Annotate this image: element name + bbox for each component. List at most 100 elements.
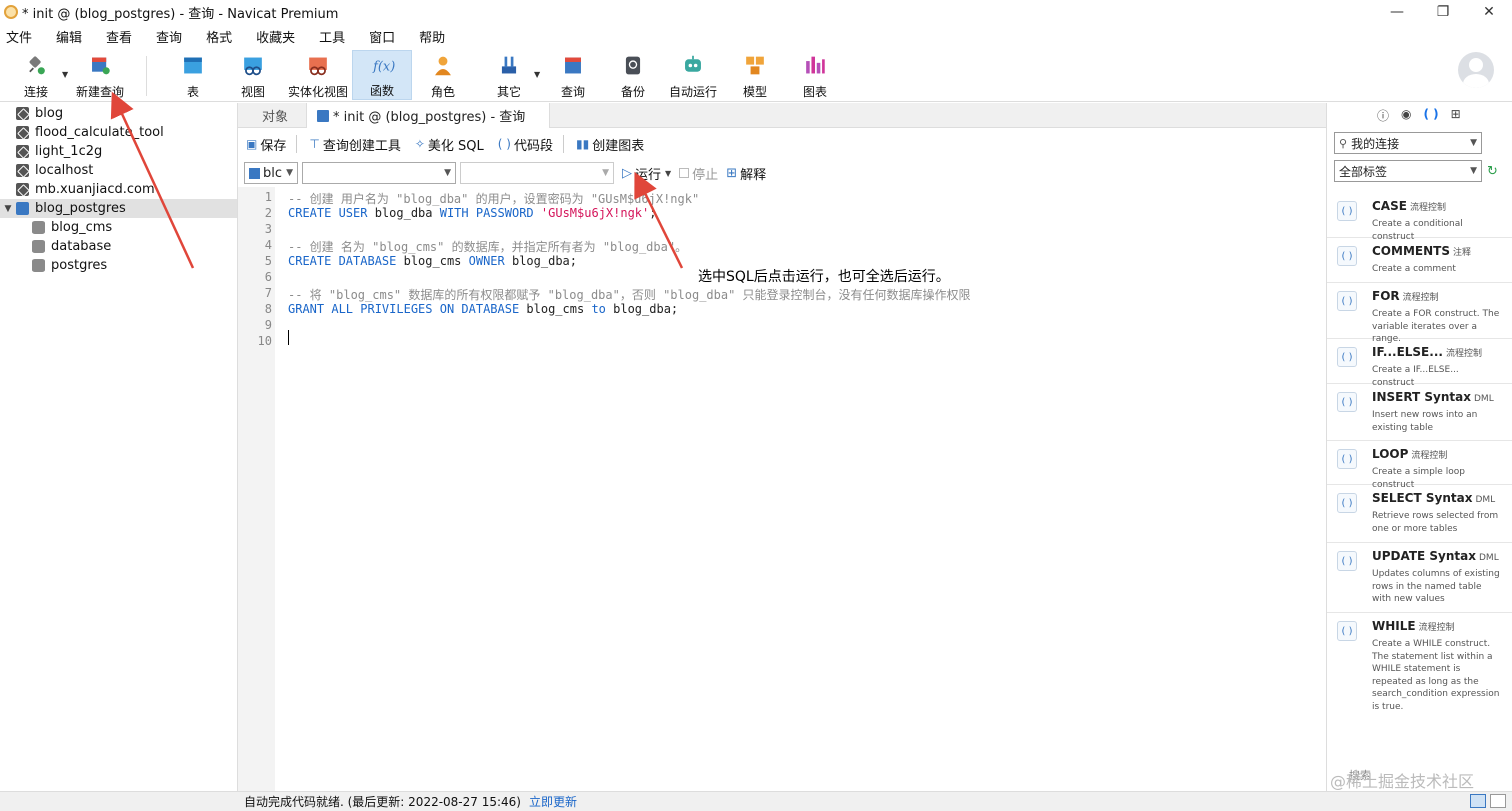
query-button[interactable]: 查询	[554, 50, 592, 100]
menu-window[interactable]: 窗口	[363, 27, 401, 46]
others-button[interactable]: 其它	[490, 50, 528, 100]
snippet-item[interactable]: ( ) SELECT Syntax DML Retrieve rows selec…	[1327, 485, 1512, 543]
tree-item-blog-postgres[interactable]: ▼ blog_postgres	[0, 199, 237, 218]
code-line: -- 创建 用户名为 "blog_dba" 的用户，设置密码为 "GUsM$u6…	[288, 190, 699, 207]
query-icon	[317, 109, 329, 122]
builder-icon: ⊤	[309, 137, 320, 151]
tree-item-connection[interactable]: localhost	[0, 161, 237, 180]
snippet-connection-select[interactable]: ⚲ 我的连接 ▼	[1334, 132, 1482, 154]
menu-format[interactable]: 格式	[200, 27, 238, 46]
database-select[interactable]: ▼	[302, 162, 456, 184]
minimize-icon[interactable]: —	[1374, 0, 1420, 24]
eye-icon[interactable]: ◉	[1401, 107, 1411, 124]
snippet-item[interactable]: ( ) COMMENTS 注释 Create a comment	[1327, 238, 1512, 283]
table-button[interactable]: 表	[174, 50, 212, 100]
sql-editor[interactable]: 1 2 3 4 5 6 7 8 9 10 -- 创建 用户名为 "blog_db…	[238, 187, 1326, 791]
postgresql-icon	[249, 167, 260, 179]
materialized-view-button[interactable]: 实体化视图	[286, 50, 350, 100]
robot-icon	[685, 55, 701, 72]
chevron-down-icon[interactable]: ▼	[2, 204, 14, 214]
braces-icon[interactable]: ( )	[1424, 107, 1439, 124]
grid-icon[interactable]: ⊞	[1451, 107, 1461, 124]
layout-right-icon[interactable]	[1490, 794, 1506, 808]
stop-button[interactable]: 停止	[679, 164, 718, 183]
model-button[interactable]: 模型	[736, 50, 774, 100]
snippet-item[interactable]: ( ) IF...ELSE... 流程控制 Create a IF...ELSE.…	[1327, 339, 1512, 388]
menu-query[interactable]: 查询	[150, 27, 188, 46]
tree-item-database[interactable]: database	[0, 237, 237, 256]
menu-edit[interactable]: 编辑	[50, 27, 88, 46]
close-icon[interactable]: ✕	[1466, 0, 1512, 24]
tree-item-connection[interactable]: flood_calculate_tool	[0, 123, 237, 142]
beautify-sql-button[interactable]: ✧ 美化 SQL	[415, 135, 484, 154]
connection-tree: blog flood_calculate_tool light_1c2g loc…	[0, 103, 238, 791]
chart-button[interactable]: 图表	[796, 50, 834, 100]
menu-file[interactable]: 文件	[0, 27, 38, 46]
tree-item-database[interactable]: blog_cms	[0, 218, 237, 237]
code-snippet-button[interactable]: ( ) 代码段	[498, 135, 553, 154]
tree-item-database[interactable]: postgres	[0, 256, 237, 275]
code-line: -- 将 "blog_cms" 数据库的所有权限都赋予 "blog_dba"，否…	[288, 288, 971, 302]
query-toolbar: ▣ 保存 ⊤ 查询创建工具 ✧ 美化 SQL ( ) 代码段 ▮▮ 创建图表	[238, 130, 1326, 158]
schema-select[interactable]: ▼	[460, 162, 614, 184]
chevron-down-icon: ▼	[444, 168, 451, 178]
tree-item-connection[interactable]: light_1c2g	[0, 142, 237, 161]
snippet-item[interactable]: ( ) WHILE 流程控制 Create a WHILE construct. …	[1327, 613, 1512, 712]
backup-button[interactable]: 备份	[614, 50, 652, 100]
snippet-icon: ( )	[1337, 621, 1357, 641]
menu-tools[interactable]: 工具	[313, 27, 351, 46]
connection-icon	[16, 183, 29, 196]
run-button[interactable]: ▷ 运行 ▼	[622, 164, 671, 183]
window-title: * init @ (blog_postgres) - 查询 - Navicat …	[22, 6, 339, 22]
chevron-down-icon[interactable]: ▼	[534, 70, 540, 79]
maximize-icon[interactable]: ❐	[1420, 0, 1466, 24]
menu-favorites[interactable]: 收藏夹	[250, 27, 301, 46]
layout-left-icon[interactable]	[1470, 794, 1486, 808]
snippet-item[interactable]: ( ) UPDATE Syntax DML Updates columns of …	[1327, 543, 1512, 613]
snippet-icon: ( )	[1337, 449, 1357, 469]
model-icon	[746, 56, 764, 75]
stop-icon	[679, 168, 690, 178]
function-button[interactable]: f(x) 函数	[352, 50, 412, 100]
menu-help[interactable]: 帮助	[413, 27, 451, 46]
chart-icon	[806, 56, 825, 74]
explain-button[interactable]: ⊞ 解释	[726, 164, 766, 183]
snippet-tag-select[interactable]: 全部标签 ▼	[1334, 160, 1482, 182]
menu-view[interactable]: 查看	[100, 27, 138, 46]
auto-run-button[interactable]: 自动运行	[666, 50, 720, 100]
connection-icon	[16, 126, 29, 139]
run-bar: blc ▼ ▼ ▼ ▷ 运行 ▼ 停止 ⊞ 解释	[238, 160, 1326, 186]
role-button[interactable]: 角色	[424, 50, 462, 100]
materialized-view-icon	[309, 57, 327, 76]
tree-item-connection[interactable]: blog	[0, 104, 237, 123]
query-builder-button[interactable]: ⊤ 查询创建工具	[309, 135, 400, 154]
tree-item-connection[interactable]: mb.xuanjiacd.com	[0, 180, 237, 199]
snippet-item[interactable]: ( ) LOOP 流程控制 Create a simple loop constr…	[1327, 441, 1512, 490]
chevron-down-icon: ▼	[286, 168, 293, 178]
snippet-item[interactable]: ( ) FOR 流程控制 Create a FOR construct. The …	[1327, 283, 1512, 344]
window-controls: — ❐ ✕	[1374, 0, 1512, 24]
tab-query[interactable]: * init @ (blog_postgres) - 查询	[306, 103, 550, 128]
chevron-down-icon: ▼	[1470, 138, 1477, 148]
create-chart-button[interactable]: ▮▮ 创建图表	[576, 135, 644, 154]
refresh-icon[interactable]: ↻	[1487, 164, 1498, 179]
braces-icon: ( )	[497, 137, 511, 151]
menu-bar: 文件 编辑 查看 查询 格式 收藏夹 工具 窗口 帮助	[0, 25, 463, 47]
user-avatar[interactable]	[1458, 52, 1494, 88]
update-now-link[interactable]: 立即更新	[529, 793, 577, 810]
watermark: @稀土掘金技术社区	[1330, 772, 1475, 791]
new-query-button[interactable]: 新建查询	[74, 50, 126, 100]
connection-icon	[16, 145, 29, 158]
tab-objects[interactable]: 对象	[252, 103, 298, 128]
toolbar-divider	[296, 135, 298, 153]
connect-button[interactable]: 连接	[16, 50, 56, 100]
info-icon[interactable]: ⓘ	[1377, 107, 1389, 124]
chevron-down-icon[interactable]: ▼	[62, 70, 68, 79]
explain-icon: ⊞	[726, 165, 738, 181]
snippet-icon: ( )	[1337, 291, 1357, 311]
snippet-item[interactable]: ( ) INSERT Syntax DML Insert new rows int…	[1327, 384, 1512, 441]
view-button[interactable]: 视图	[234, 50, 272, 100]
save-button[interactable]: ▣ 保存	[246, 135, 286, 154]
snippet-item[interactable]: ( ) CASE 流程控制 Create a conditional constr…	[1327, 193, 1512, 242]
connection-select[interactable]: blc ▼	[244, 162, 298, 184]
